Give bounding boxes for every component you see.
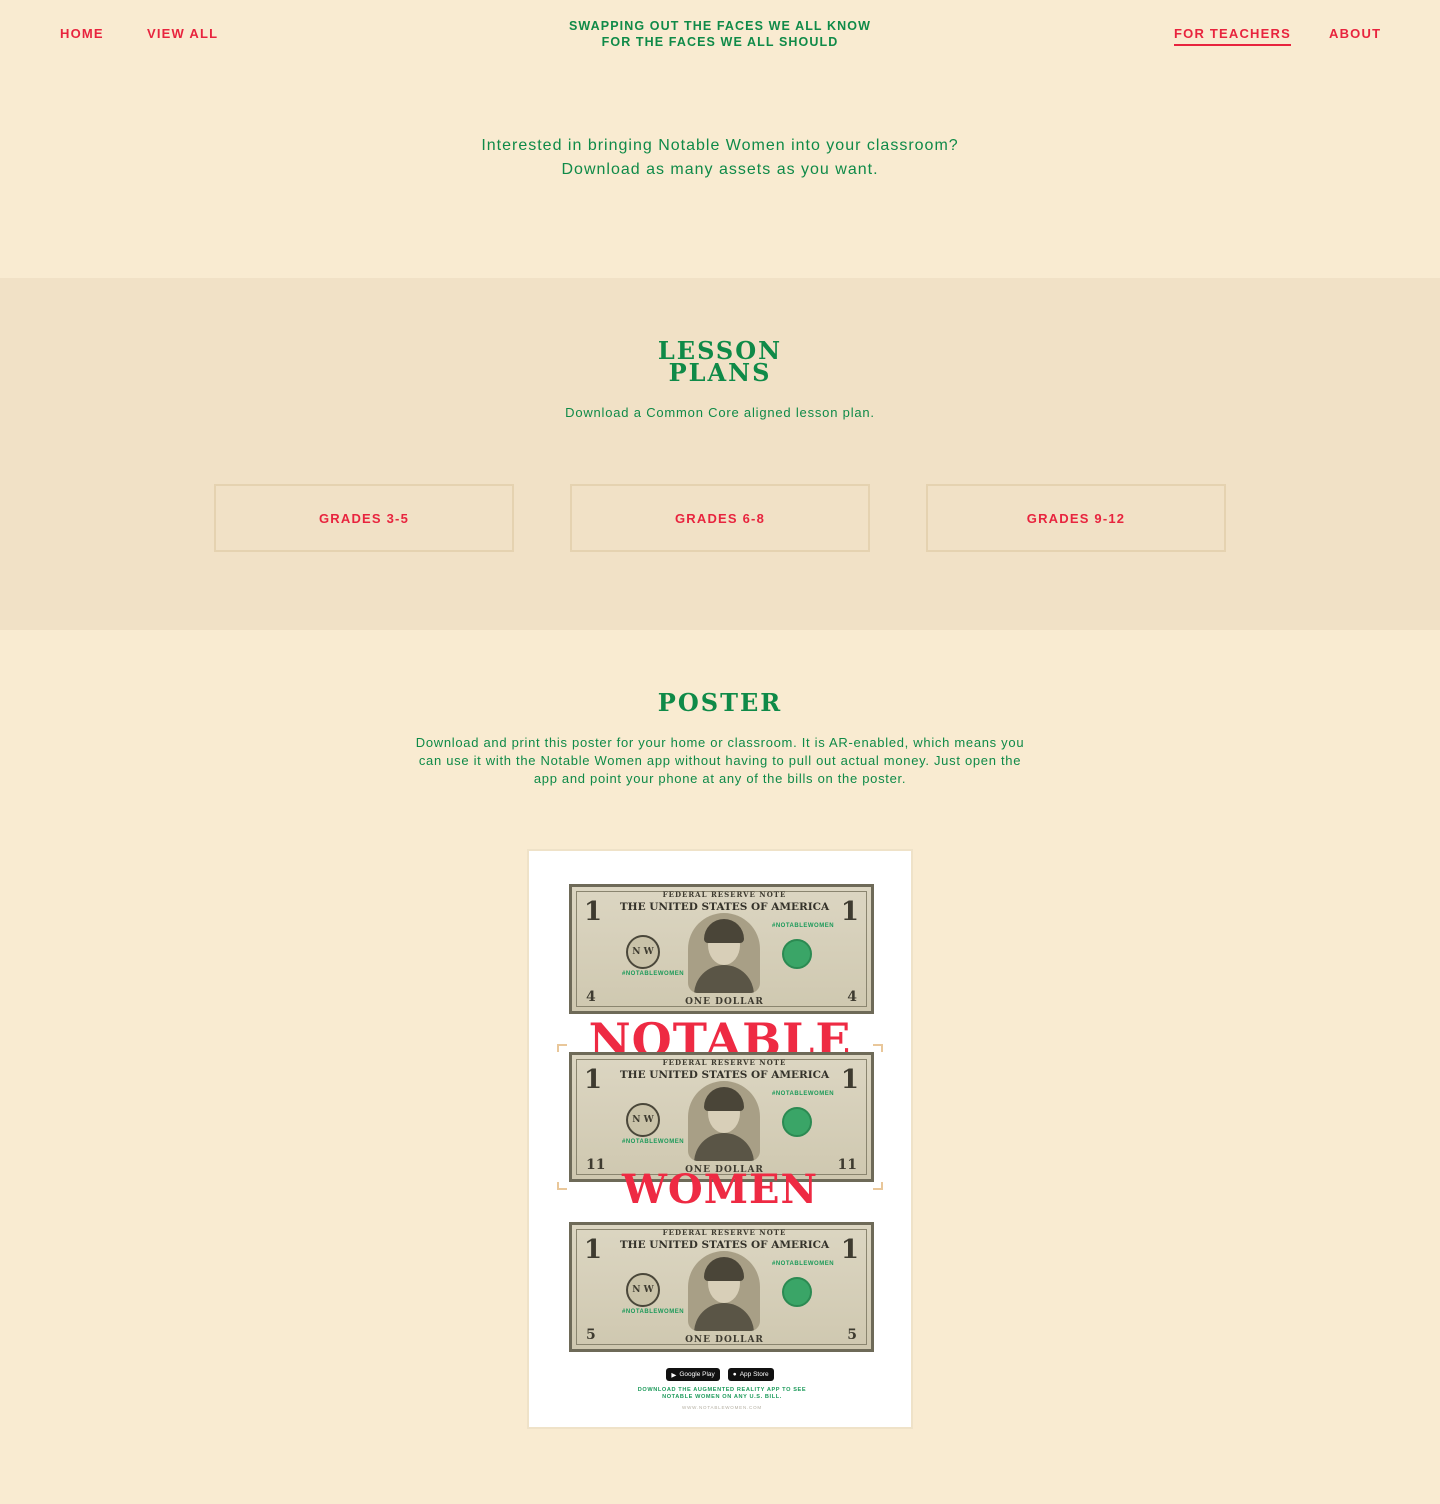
- bill-hashtag: #NOTABLEWOMEN: [772, 1261, 835, 1267]
- app-store-badge[interactable]: ● App Store: [727, 1368, 774, 1381]
- bill-number: 1: [584, 1065, 603, 1095]
- dollar-bill: FEDERAL RESERVE NOTE THE UNITED STATES O…: [569, 1052, 874, 1182]
- bill-denomination: ONE DOLLAR: [685, 1335, 764, 1345]
- intro-line1: Interested in bringing Notable Women int…: [481, 137, 959, 154]
- bill-top-line: FEDERAL RESERVE NOTE: [662, 890, 787, 899]
- site-tagline[interactable]: SWAPPING OUT THE FACES WE ALL KNOW FOR T…: [520, 18, 920, 50]
- poster-description: Download and print this poster for your …: [400, 734, 1040, 788]
- poster-desc-line2: can use it with the Notable Women app wi…: [418, 753, 1022, 768]
- nav-about-link[interactable]: ABOUT: [1329, 26, 1381, 41]
- tagline-line1: SWAPPING OUT THE FACES WE ALL KNOW: [569, 19, 871, 33]
- bill-serial: 5: [586, 1327, 596, 1343]
- grades-3-5-button[interactable]: GRADES 3-5: [214, 484, 514, 552]
- intro-text: Interested in bringing Notable Women int…: [320, 134, 1120, 182]
- treasury-seal-icon: [782, 1277, 812, 1307]
- top-nav: HOME VIEW ALL SWAPPING OUT THE FACES WE …: [0, 0, 1440, 80]
- dollar-bill: FEDERAL RESERVE NOTE THE UNITED STATES O…: [569, 1222, 874, 1352]
- bill-denomination: ONE DOLLAR: [685, 997, 764, 1007]
- bill-number: 1: [840, 897, 859, 927]
- bill-seal-icon: N W: [626, 935, 660, 969]
- portrait-image: [688, 1251, 760, 1331]
- poster-heading: POSTER: [657, 688, 783, 717]
- poster-desc-line3: app and point your phone at any of the b…: [533, 771, 907, 786]
- bill-hashtag: #NOTABLEWOMEN: [772, 1091, 835, 1097]
- apple-icon: ●: [732, 1371, 737, 1378]
- lesson-plans-section: LESSON PLANS Download a Common Core alig…: [0, 278, 1440, 630]
- treasury-seal-icon: [782, 939, 812, 969]
- google-play-badge[interactable]: ▶ Google Play: [666, 1368, 720, 1381]
- bracket-decoration: [873, 1044, 883, 1052]
- dollar-bill: FEDERAL RESERVE NOTE THE UNITED STATES O…: [569, 884, 874, 1014]
- poster-url: WWW.NOTABLEWOMEN.COM: [682, 1405, 762, 1410]
- intro-line2: Download as many assets as you want.: [561, 161, 879, 178]
- bill-top-line: FEDERAL RESERVE NOTE: [662, 1058, 787, 1067]
- bill-seal-icon: N W: [626, 1273, 660, 1307]
- poster-title-women: WOMEN: [621, 1166, 819, 1213]
- grades-9-12-button[interactable]: GRADES 9-12: [926, 484, 1226, 552]
- bill-serial: 4: [847, 989, 857, 1005]
- bill-top-line: FEDERAL RESERVE NOTE: [662, 1228, 787, 1237]
- nav-view-all-link[interactable]: VIEW ALL: [147, 26, 218, 41]
- play-icon: ▶: [671, 1371, 677, 1379]
- bill-number: 1: [840, 1235, 859, 1265]
- bill-serial: 5: [847, 1327, 857, 1343]
- poster-image[interactable]: FEDERAL RESERVE NOTE THE UNITED STATES O…: [527, 849, 913, 1429]
- tagline-line2: FOR THE FACES WE ALL SHOULD: [601, 35, 839, 49]
- bill-hashtag: #NOTABLEWOMEN: [772, 923, 835, 929]
- poster-desc-line1: Download and print this poster for your …: [415, 735, 1025, 750]
- poster-footer-text: DOWNLOAD THE AUGMENTED REALITY APP TO SE…: [589, 1387, 855, 1401]
- bill-number: 1: [840, 1065, 859, 1095]
- portrait-image: [688, 913, 760, 993]
- bill-seal-icon: N W: [626, 1103, 660, 1137]
- bill-number: 1: [584, 897, 603, 927]
- bill-title: THE UNITED STATES OF AMERICA: [619, 1239, 830, 1251]
- poster-footer-line1: DOWNLOAD THE AUGMENTED REALITY APP TO SE…: [637, 1387, 807, 1393]
- lesson-plans-subtitle: Download a Common Core aligned lesson pl…: [565, 405, 875, 420]
- app-store-label: App Store: [739, 1371, 769, 1378]
- bill-hashtag: #NOTABLEWOMEN: [622, 971, 685, 977]
- nav-for-teachers-link[interactable]: FOR TEACHERS: [1174, 26, 1291, 46]
- heading-line2: PLANS: [668, 358, 772, 387]
- treasury-seal-icon: [782, 1107, 812, 1137]
- bill-title: THE UNITED STATES OF AMERICA: [619, 901, 830, 913]
- nav-home-link[interactable]: HOME: [60, 26, 104, 41]
- bill-serial: 4: [586, 989, 596, 1005]
- bracket-decoration: [557, 1044, 567, 1052]
- google-play-label: Google Play: [679, 1371, 715, 1378]
- portrait-image: [688, 1081, 760, 1161]
- bill-hashtag: #NOTABLEWOMEN: [622, 1309, 685, 1315]
- poster-footer-line2: NOTABLE WOMEN ON ANY U.S. BILL.: [662, 1394, 782, 1400]
- lesson-plans-heading: LESSON PLANS: [620, 339, 820, 387]
- bill-title: THE UNITED STATES OF AMERICA: [619, 1069, 830, 1081]
- bill-number: 1: [584, 1235, 603, 1265]
- app-store-badges: ▶ Google Play ● App Store: [529, 1368, 911, 1381]
- grades-6-8-button[interactable]: GRADES 6-8: [570, 484, 870, 552]
- bill-hashtag: #NOTABLEWOMEN: [622, 1139, 685, 1145]
